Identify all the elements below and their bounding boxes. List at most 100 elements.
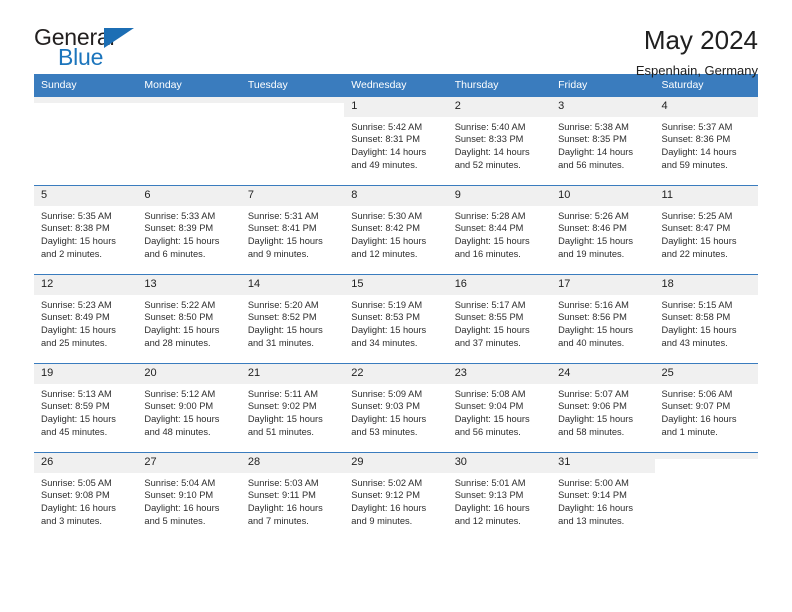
calendar-day-cell[interactable]: 6 Sunrise: 5:33 AM Sunset: 8:39 PM Daylight… bbox=[137, 185, 241, 274]
calendar-day-cell[interactable]: 7 Sunrise: 5:31 AM Sunset: 8:41 PM Daylight… bbox=[240, 185, 345, 274]
calendar-day-cell[interactable]: 9 Sunrise: 5:28 AM Sunset: 8:44 PM Daylight… bbox=[447, 185, 552, 274]
general-blue-logo[interactable]: General Blue bbox=[34, 26, 158, 74]
calendar-day-cell[interactable]: 21 Sunrise: 5:11 AM Sunset: 9:02 PM Dayligh… bbox=[240, 363, 345, 452]
daylight-text-line2: and 34 minutes. bbox=[351, 337, 418, 348]
day-number: 25 bbox=[654, 364, 758, 384]
day-number: 31 bbox=[551, 453, 655, 473]
day-number: 6 bbox=[137, 186, 241, 206]
sun-times: Sunrise: 5:02 AM Sunset: 9:12 PM Daylight:… bbox=[344, 473, 447, 527]
daylight-text-line2: and 9 minutes. bbox=[247, 248, 309, 259]
daylight-text-line1: Daylight: 15 hours bbox=[144, 324, 220, 335]
calendar-day-cell[interactable]: 2 Sunrise: 5:40 AM Sunset: 8:33 PM Daylight… bbox=[447, 96, 552, 185]
sun-times: Sunrise: 5:01 AM Sunset: 9:13 PM Daylight:… bbox=[448, 473, 551, 527]
sun-times: Sunrise: 5:35 AM Sunset: 8:38 PM Daylight:… bbox=[34, 206, 137, 260]
calendar-day-cell[interactable]: 15 Sunrise: 5:19 AM Sunset: 8:53 PM Dayligh… bbox=[344, 274, 448, 363]
daylight-text-line2: and 19 minutes. bbox=[558, 248, 625, 259]
sun-times: Sunrise: 5:26 AM Sunset: 8:46 PM Daylight:… bbox=[551, 206, 654, 260]
calendar-day-cell[interactable]: 16 Sunrise: 5:17 AM Sunset: 8:55 PM Dayligh… bbox=[447, 274, 552, 363]
sunrise-text: Sunrise: 5:09 AM bbox=[351, 388, 423, 399]
calendar-day-cell[interactable]: 8 Sunrise: 5:30 AM Sunset: 8:42 PM Daylight… bbox=[344, 185, 448, 274]
calendar-day-cell[interactable]: 14 Sunrise: 5:20 AM Sunset: 8:52 PM Dayligh… bbox=[240, 274, 345, 363]
calendar-cell-inner: 2 Sunrise: 5:40 AM Sunset: 8:33 PM Daylight… bbox=[447, 96, 552, 185]
calendar-day-cell[interactable]: 5 Sunrise: 5:35 AM Sunset: 8:38 PM Daylight… bbox=[34, 185, 138, 274]
sunset-text: Sunset: 9:08 PM bbox=[41, 490, 110, 501]
calendar-day-cell[interactable]: 26 Sunrise: 5:05 AM Sunset: 9:08 PM Dayligh… bbox=[34, 452, 138, 541]
sunset-text: Sunset: 8:59 PM bbox=[41, 401, 110, 412]
daylight-text-line2: and 40 minutes. bbox=[558, 337, 625, 348]
calendar-day-cell[interactable]: 4 Sunrise: 5:37 AM Sunset: 8:36 PM Daylight… bbox=[654, 96, 758, 185]
calendar-day-cell[interactable]: 12 Sunrise: 5:23 AM Sunset: 8:49 PM Dayligh… bbox=[34, 274, 138, 363]
calendar-day-cell[interactable]: 23 Sunrise: 5:08 AM Sunset: 9:04 PM Dayligh… bbox=[447, 363, 552, 452]
daylight-text-line1: Daylight: 15 hours bbox=[351, 324, 427, 335]
sunrise-text: Sunrise: 5:28 AM bbox=[454, 210, 526, 221]
calendar-cell-inner: 28 Sunrise: 5:03 AM Sunset: 9:11 PM Dayligh… bbox=[240, 452, 345, 541]
daylight-text-line1: Daylight: 15 hours bbox=[41, 235, 116, 246]
daylight-text-line1: Daylight: 16 hours bbox=[558, 502, 634, 513]
calendar-cell-inner: 18 Sunrise: 5:15 AM Sunset: 8:58 PM Dayligh… bbox=[654, 274, 758, 363]
calendar-day-cell[interactable]: 28 Sunrise: 5:03 AM Sunset: 9:11 PM Dayligh… bbox=[240, 452, 345, 541]
sunset-text: Sunset: 8:58 PM bbox=[661, 312, 731, 323]
daylight-text-line2: and 48 minutes. bbox=[144, 426, 211, 437]
sunrise-text: Sunrise: 5:35 AM bbox=[41, 210, 112, 221]
day-number: 3 bbox=[551, 97, 655, 117]
calendar-day-cell[interactable]: 13 Sunrise: 5:22 AM Sunset: 8:50 PM Dayligh… bbox=[137, 274, 241, 363]
daylight-text-line2: and 3 minutes. bbox=[41, 515, 102, 526]
sun-times: Sunrise: 5:19 AM Sunset: 8:53 PM Daylight:… bbox=[344, 295, 447, 349]
sunrise-text: Sunrise: 5:02 AM bbox=[351, 477, 423, 488]
calendar-cell-inner: 7 Sunrise: 5:31 AM Sunset: 8:41 PM Daylight… bbox=[240, 185, 345, 274]
sunset-text: Sunset: 9:07 PM bbox=[661, 401, 731, 412]
day-number: 26 bbox=[34, 453, 138, 473]
sunrise-text: Sunrise: 5:42 AM bbox=[351, 121, 423, 132]
calendar-day-cell[interactable]: 30 Sunrise: 5:01 AM Sunset: 9:13 PM Dayligh… bbox=[447, 452, 552, 541]
calendar-day-cell[interactable]: 17 Sunrise: 5:16 AM Sunset: 8:56 PM Dayligh… bbox=[551, 274, 655, 363]
sunrise-text: Sunrise: 5:37 AM bbox=[661, 121, 733, 132]
calendar-cell-inner: 10 Sunrise: 5:26 AM Sunset: 8:46 PM Dayligh… bbox=[551, 185, 655, 274]
sunset-text: Sunset: 8:41 PM bbox=[247, 223, 317, 234]
sunrise-text: Sunrise: 5:30 AM bbox=[351, 210, 423, 221]
day-number: 24 bbox=[551, 364, 655, 384]
sun-times: Sunrise: 5:31 AM Sunset: 8:41 PM Daylight:… bbox=[241, 206, 344, 260]
sunset-text: Sunset: 9:00 PM bbox=[144, 401, 214, 412]
daylight-text-line2: and 13 minutes. bbox=[558, 515, 625, 526]
weekday-header-tuesday: Tuesday bbox=[240, 74, 345, 96]
sunset-text: Sunset: 9:03 PM bbox=[351, 401, 420, 412]
calendar-day-cell[interactable]: 10 Sunrise: 5:26 AM Sunset: 8:46 PM Dayligh… bbox=[551, 185, 655, 274]
daylight-text-line2: and 31 minutes. bbox=[247, 337, 314, 348]
calendar-day-cell[interactable]: 24 Sunrise: 5:07 AM Sunset: 9:06 PM Dayligh… bbox=[551, 363, 655, 452]
day-number: 17 bbox=[551, 275, 655, 295]
sun-times: Sunrise: 5:16 AM Sunset: 8:56 PM Daylight:… bbox=[551, 295, 654, 349]
day-number: 9 bbox=[447, 186, 552, 206]
daylight-text-line1: Daylight: 15 hours bbox=[661, 324, 737, 335]
day-number: 27 bbox=[137, 453, 241, 473]
calendar-cell-inner: 21 Sunrise: 5:11 AM Sunset: 9:02 PM Dayligh… bbox=[240, 363, 345, 452]
calendar-cell-inner bbox=[34, 96, 138, 185]
month-calendar: Sunday Monday Tuesday Wednesday Thursday… bbox=[34, 74, 758, 541]
calendar-day-cell[interactable]: 22 Sunrise: 5:09 AM Sunset: 9:03 PM Dayligh… bbox=[344, 363, 448, 452]
calendar-day-cell[interactable]: 29 Sunrise: 5:02 AM Sunset: 9:12 PM Dayligh… bbox=[344, 452, 448, 541]
sunrise-text: Sunrise: 5:20 AM bbox=[247, 299, 319, 310]
sunrise-text: Sunrise: 5:23 AM bbox=[41, 299, 112, 310]
sun-times: Sunrise: 5:11 AM Sunset: 9:02 PM Daylight:… bbox=[241, 384, 344, 438]
calendar-day-cell[interactable]: 19 Sunrise: 5:13 AM Sunset: 8:59 PM Dayligh… bbox=[34, 363, 138, 452]
calendar-day-cell[interactable]: 31 Sunrise: 5:00 AM Sunset: 9:14 PM Dayligh… bbox=[551, 452, 655, 541]
sunset-text: Sunset: 8:56 PM bbox=[558, 312, 627, 323]
calendar-day-cell[interactable]: 18 Sunrise: 5:15 AM Sunset: 8:58 PM Dayligh… bbox=[654, 274, 758, 363]
daylight-text-line1: Daylight: 15 hours bbox=[351, 413, 427, 424]
calendar-day-cell[interactable]: 1 Sunrise: 5:42 AM Sunset: 8:31 PM Daylight… bbox=[344, 96, 448, 185]
sunset-text: Sunset: 8:50 PM bbox=[144, 312, 214, 323]
calendar-day-cell[interactable]: 11 Sunrise: 5:25 AM Sunset: 8:47 PM Dayligh… bbox=[654, 185, 758, 274]
calendar-day-cell[interactable]: 3 Sunrise: 5:38 AM Sunset: 8:35 PM Daylight… bbox=[551, 96, 655, 185]
sun-times: Sunrise: 5:09 AM Sunset: 9:03 PM Daylight:… bbox=[344, 384, 447, 438]
day-number bbox=[654, 453, 758, 459]
calendar-day-cell[interactable]: 25 Sunrise: 5:06 AM Sunset: 9:07 PM Dayligh… bbox=[654, 363, 758, 452]
sunset-text: Sunset: 8:44 PM bbox=[454, 223, 524, 234]
calendar-cell-inner: 9 Sunrise: 5:28 AM Sunset: 8:44 PM Daylight… bbox=[447, 185, 552, 274]
calendar-day-cell[interactable]: 20 Sunrise: 5:12 AM Sunset: 9:00 PM Dayligh… bbox=[137, 363, 241, 452]
sunset-text: Sunset: 8:31 PM bbox=[351, 134, 420, 145]
calendar-day-cell[interactable]: 27 Sunrise: 5:04 AM Sunset: 9:10 PM Dayligh… bbox=[137, 452, 241, 541]
daylight-text-line1: Daylight: 14 hours bbox=[661, 146, 737, 157]
calendar-cell-inner: 4 Sunrise: 5:37 AM Sunset: 8:36 PM Daylight… bbox=[654, 96, 758, 185]
daylight-text-line1: Daylight: 15 hours bbox=[144, 413, 220, 424]
day-number: 12 bbox=[34, 275, 138, 295]
page-subtitle: Espenhain, Germany bbox=[635, 62, 758, 78]
